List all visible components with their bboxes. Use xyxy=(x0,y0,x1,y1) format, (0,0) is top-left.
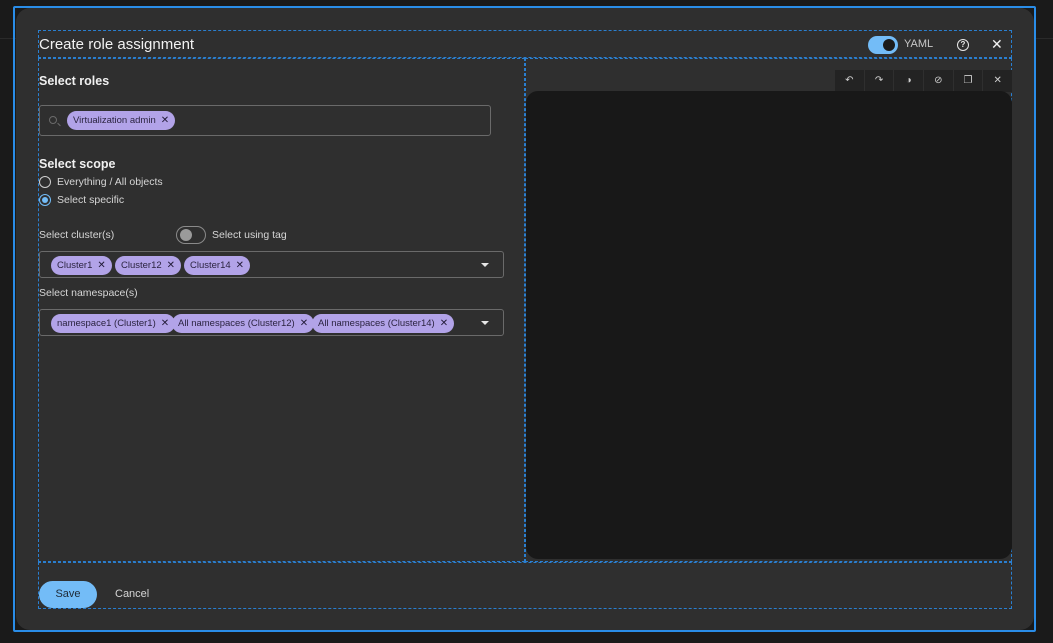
close-icon[interactable]: ✕ xyxy=(991,36,1003,53)
namespace-chip: All namespaces (Cluster12) ✕ xyxy=(172,314,315,333)
cluster-chip-label: Cluster12 xyxy=(121,260,162,271)
yaml-toggle-knob xyxy=(883,39,895,51)
redo-icon[interactable]: ↷ xyxy=(865,70,895,92)
close-editor-icon[interactable]: ✕ xyxy=(983,70,1012,92)
role-chip-label: Virtualization admin xyxy=(73,115,156,126)
radio-everything[interactable] xyxy=(39,176,51,188)
cluster-chip: Cluster14 ✕ xyxy=(184,256,251,275)
tag-toggle-knob xyxy=(180,229,192,241)
namespace-chip-label: All namespaces (Cluster12) xyxy=(178,318,295,329)
cluster-chip: Cluster1 ✕ xyxy=(51,256,112,275)
yaml-label: YAML xyxy=(904,38,934,50)
radio-everything-label: Everything / All objects xyxy=(57,176,163,188)
save-button[interactable]: Save xyxy=(39,581,97,608)
namespace-chip: namespace1 (Cluster1) ✕ xyxy=(51,314,176,333)
editor-toolbar: ↶ ↷ ◑ ⊘ ❐ ✕ xyxy=(835,70,1012,92)
cluster-chip-label: Cluster14 xyxy=(190,260,231,271)
undo-icon[interactable]: ↶ xyxy=(835,70,865,92)
namespace-chip: All namespaces (Cluster14) ✕ xyxy=(312,314,455,333)
cluster-chip: Cluster12 ✕ xyxy=(115,256,182,275)
chip-remove-icon[interactable]: ✕ xyxy=(300,318,308,329)
select-roles-heading: Select roles xyxy=(39,74,110,88)
chip-remove-icon[interactable]: ✕ xyxy=(161,115,169,126)
cancel-button[interactable]: Cancel xyxy=(115,588,149,600)
namespace-chip-label: namespace1 (Cluster1) xyxy=(57,318,156,329)
create-role-assignment-modal: Create role assignment YAML ? ✕ Select r… xyxy=(16,8,1034,630)
radio-select-specific[interactable] xyxy=(39,194,51,206)
chevron-down-icon[interactable] xyxy=(481,321,489,325)
modal-title: Create role assignment xyxy=(39,36,195,53)
copy-icon[interactable]: ❐ xyxy=(954,70,984,92)
radio-select-specific-label: Select specific xyxy=(57,194,125,206)
chip-remove-icon[interactable]: ✕ xyxy=(97,260,105,271)
namespace-chip-label: All namespaces (Cluster14) xyxy=(318,318,435,329)
theme-icon[interactable]: ◑ xyxy=(894,70,925,92)
hide-icon[interactable]: ⊘ xyxy=(924,70,954,92)
yaml-editor[interactable] xyxy=(526,91,1012,559)
select-scope-heading: Select scope xyxy=(39,157,116,171)
help-icon[interactable]: ? xyxy=(957,39,969,51)
roles-search-input[interactable]: Virtualization admin ✕ xyxy=(39,105,491,136)
select-namespaces-label: Select namespace(s) xyxy=(39,287,138,299)
chevron-down-icon[interactable] xyxy=(481,263,489,267)
select-clusters-label: Select cluster(s) xyxy=(39,229,115,241)
chip-remove-icon[interactable]: ✕ xyxy=(236,260,244,271)
chip-remove-icon[interactable]: ✕ xyxy=(440,318,448,329)
footer-region xyxy=(38,562,1012,609)
select-using-tag-toggle[interactable] xyxy=(176,226,206,244)
namespace-select[interactable]: namespace1 (Cluster1) ✕ All namespaces (C… xyxy=(39,309,504,336)
chip-remove-icon[interactable]: ✕ xyxy=(167,260,175,271)
search-icon xyxy=(49,116,57,124)
yaml-toggle[interactable] xyxy=(868,36,898,54)
cluster-select[interactable]: Cluster1 ✕ Cluster12 ✕ Cluster14 ✕ xyxy=(39,251,504,278)
chip-remove-icon[interactable]: ✕ xyxy=(161,318,169,329)
select-using-tag-label: Select using tag xyxy=(212,229,287,241)
cluster-chip-label: Cluster1 xyxy=(57,260,93,271)
role-chip: Virtualization admin ✕ xyxy=(67,111,176,130)
